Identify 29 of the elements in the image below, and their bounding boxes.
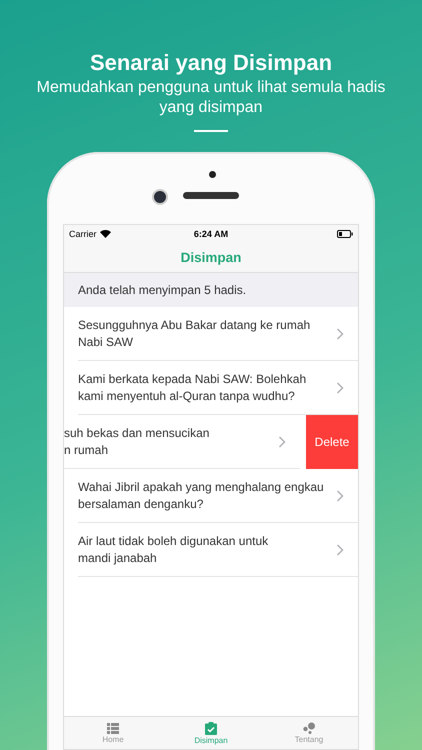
dots-icon (302, 722, 316, 734)
saved-hadith-title: Wahai Jibril apakah yang menghalang engkau bersalaman denganku? (78, 478, 325, 512)
list-row[interactable]: suh bekas dan mensucikan n rumah (64, 415, 300, 469)
carrier-label: Carrier (69, 228, 97, 238)
chevron-icon (336, 544, 344, 556)
wifi-icon (100, 230, 111, 238)
speaker-grille (183, 192, 239, 199)
saved-hadith-title: suh bekas dan mensucikan n rumah (64, 424, 210, 458)
list-icon (107, 722, 119, 734)
list-row[interactable]: Air laut tidak boleh digunakan untuk mandi janabah (78, 523, 358, 577)
status-time: 6:24 AM (192, 228, 230, 238)
battery-icon (337, 230, 354, 238)
saved-hadith-title: Air laut tidak boleh digunakan untuk mandi janabah (78, 532, 270, 566)
chevron-icon (336, 382, 344, 394)
promo-title: Senarai yang Disimpan (90, 50, 332, 76)
chevron-icon (336, 490, 344, 502)
saved-count-text: Anda telah menyimpan 5 hadis. (78, 283, 246, 297)
list-row[interactable]: Sesungguhnya Abu Bakar datang ke rumah Nabi SAW (78, 307, 358, 361)
list-row[interactable]: Wahai Jibril apakah yang menghalang engkau bersalaman denganku? (78, 469, 358, 523)
saved-hadith-title: Kami berkata kepada Nabi SAW: Bolehkah kami menyentuh al-Quran tanpa wudhu? (78, 370, 308, 404)
promo-subtitle: Memudahkan pengguna untuk lihat semula hadis yang disimpan (36, 78, 386, 118)
front-camera (152, 189, 168, 205)
saved-hadith-title: Sesungguhnya Abu Bakar datang ke rumah Nabi SAW (78, 316, 312, 350)
camera-dot (209, 171, 216, 178)
chevron-icon (336, 328, 344, 340)
nav-title: Disimpan (180, 250, 242, 264)
delete-button[interactable]: Delete (306, 415, 358, 469)
chevron-icon (278, 436, 286, 448)
clipboard-check-icon (205, 722, 217, 734)
